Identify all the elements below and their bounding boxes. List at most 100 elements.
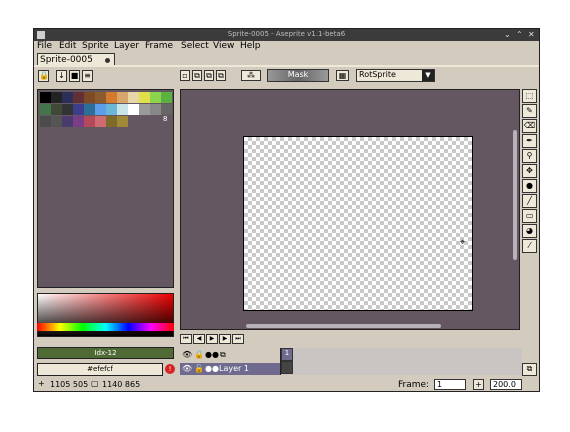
palette-swatch[interactable] (40, 104, 51, 115)
eyedropper-tool-icon[interactable]: ✒ (522, 134, 537, 148)
palette-swatch[interactable] (84, 92, 95, 103)
visibility-icon[interactable]: 👁 (182, 350, 192, 359)
line-tool-icon[interactable]: ╱ (522, 194, 537, 208)
add-frame-icon[interactable]: + (473, 379, 484, 390)
timeline-toggle-icon[interactable]: ⧉ (522, 363, 537, 376)
palette-swatch[interactable] (40, 116, 51, 127)
palette-panel: 8 (37, 89, 174, 288)
close-icon[interactable]: ✕ (528, 30, 535, 39)
menu-select[interactable]: Select (181, 41, 209, 51)
vertical-scrollbar[interactable] (513, 130, 517, 260)
sprite-size-icon: ▢ (91, 379, 99, 388)
selection-subtract-icon[interactable]: ⧉ (204, 70, 214, 81)
palette-swatch[interactable] (150, 104, 161, 115)
down-arrow-icon[interactable]: ↓ (56, 70, 67, 82)
lock-icon[interactable]: 🔒 (38, 70, 49, 82)
palette-swatch[interactable] (40, 92, 51, 103)
palette-swatch[interactable] (84, 104, 95, 115)
onion-skin-icon[interactable]: ⧉ (220, 350, 226, 360)
warning-icon[interactable]: ! (165, 364, 175, 374)
title-bar: Sprite-0005 - Aseprite v1.1-beta6 ⌄ ⌃ ✕ (34, 29, 539, 41)
rotation-algorithm-select[interactable]: RotSprite ▼ (356, 69, 435, 82)
tab-modified-dot[interactable] (105, 58, 110, 63)
menu-sprite[interactable]: Sprite (82, 41, 109, 51)
palette-swatch[interactable] (150, 92, 161, 103)
last-frame-icon[interactable]: ⏭ (232, 334, 244, 344)
palette-swatch[interactable] (117, 116, 128, 127)
palette-swatch[interactable] (51, 92, 62, 103)
palette-swatch[interactable] (95, 104, 106, 115)
palette-mode-icon[interactable]: ■ (69, 70, 80, 82)
menu-help[interactable]: Help (240, 41, 261, 51)
fill-tool-icon[interactable]: ● (522, 179, 537, 193)
frame-input[interactable]: 1 (434, 379, 466, 390)
horizontal-scrollbar[interactable] (246, 324, 441, 328)
menu-edit[interactable]: Edit (59, 41, 76, 51)
move-tool-icon[interactable]: ✥ (522, 164, 537, 178)
palette-swatch[interactable] (62, 116, 73, 127)
color-index-bar[interactable]: Idx-12 (37, 347, 174, 359)
layer-lock-icon[interactable]: 🔓 (194, 363, 204, 374)
rectangle-tool-icon[interactable]: ▭ (522, 209, 537, 223)
palette-swatch[interactable] (161, 104, 172, 115)
menu-layer[interactable]: Layer (114, 41, 139, 51)
chevron-down-icon[interactable]: ▼ (422, 70, 434, 81)
palette-swatch[interactable] (84, 116, 95, 127)
palette-swatch[interactable] (106, 116, 117, 127)
palette-swatch[interactable] (62, 104, 73, 115)
next-frame-icon[interactable]: ▶ (219, 334, 231, 344)
palette-swatch[interactable] (95, 92, 106, 103)
minimize-icon[interactable]: ⌄ (504, 30, 511, 39)
palette-swatch[interactable] (73, 92, 84, 103)
menu-file[interactable]: File (37, 41, 52, 51)
lock-layer-icon[interactable]: 🔒 (194, 350, 204, 359)
palette-swatch[interactable] (161, 92, 172, 103)
layer-row[interactable]: 👁 🔓 ●● Layer 1 (180, 363, 280, 375)
layer-visibility-icon[interactable]: 👁 (182, 363, 192, 374)
palette-swatch[interactable] (73, 104, 84, 115)
hex-color-field[interactable]: #efefcf (37, 363, 163, 376)
palette-swatch[interactable] (139, 92, 150, 103)
play-icon[interactable]: ▶ (206, 334, 218, 344)
maximize-icon[interactable]: ⌃ (516, 30, 523, 39)
frame-header-cell[interactable]: 1 (281, 348, 293, 361)
marquee-tool-icon[interactable]: ⬚ (522, 89, 537, 103)
palette-swatch[interactable] (73, 116, 84, 127)
layer-continuous-icon[interactable]: ●● (205, 363, 219, 374)
transparent-color-icon[interactable]: ▦ (336, 70, 349, 81)
zoom-input[interactable]: 200.0 (490, 379, 522, 390)
mask-color-button[interactable]: Mask (267, 69, 329, 82)
palette-swatch[interactable] (139, 104, 150, 115)
status-bar: + 1105 505 ▢ 1140 865 Frame: 1 + 200.0 (34, 379, 539, 391)
first-frame-icon[interactable]: ⏮ (180, 334, 192, 344)
selection-add-icon[interactable]: ⧉ (192, 70, 202, 81)
sprite-editor[interactable]: ⌖ (180, 89, 520, 330)
selection-replace-icon[interactable]: ▫ (180, 70, 190, 81)
prev-frame-icon[interactable]: ◀ (193, 334, 205, 344)
pivot-icon[interactable]: ⁂ (241, 70, 261, 81)
ink-tool-icon[interactable]: ⁄ (522, 239, 537, 253)
cel[interactable] (281, 361, 293, 374)
eraser-tool-icon[interactable]: ⌫ (522, 119, 537, 133)
sprite-canvas[interactable] (243, 136, 473, 311)
palette-swatch[interactable] (62, 92, 73, 103)
palette-swatch[interactable] (51, 104, 62, 115)
pencil-tool-icon[interactable]: ✎ (522, 104, 537, 118)
palette-swatch[interactable] (117, 104, 128, 115)
palette-swatch[interactable] (95, 116, 106, 127)
menu-frame[interactable]: Frame (145, 41, 173, 51)
palette-swatch[interactable] (51, 116, 62, 127)
palette-swatch[interactable] (106, 92, 117, 103)
selection-intersect-icon[interactable]: ⧉ (216, 70, 226, 81)
palette-swatch[interactable] (117, 92, 128, 103)
palette-swatch[interactable] (106, 104, 117, 115)
hue-slider[interactable] (37, 323, 174, 331)
palette-swatch[interactable] (128, 104, 139, 115)
menu-view[interactable]: View (213, 41, 234, 51)
palette-swatch[interactable] (128, 92, 139, 103)
continuous-icon[interactable]: ●● (205, 350, 219, 359)
cursor-position: 1105 505 (50, 380, 89, 389)
blur-tool-icon[interactable]: ◕ (522, 224, 537, 238)
palette-menu-icon[interactable]: ≡ (82, 70, 93, 82)
zoom-tool-icon[interactable]: ⚲ (522, 149, 537, 163)
